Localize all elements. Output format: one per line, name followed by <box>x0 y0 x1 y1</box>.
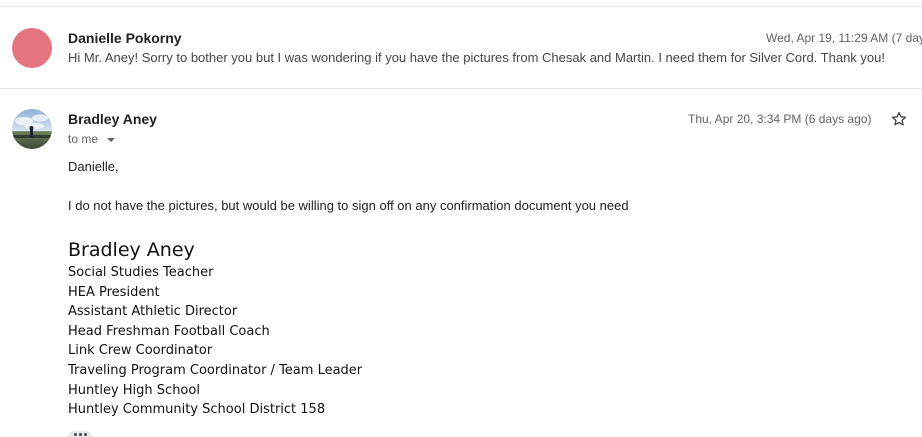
avatar[interactable] <box>12 28 52 68</box>
email-thread: Danielle Pokorny Wed, Apr 19, 11:29 AM (… <box>0 0 922 437</box>
sender-name[interactable]: Danielle Pokorny <box>68 30 182 46</box>
signature-line: Huntley Community School District 158 <box>68 402 326 418</box>
message-snippet[interactable]: Hi Mr. Aney! Sorry to bother you but I w… <box>68 50 885 65</box>
signature-lines: Social Studies Teacher HEA President Ass… <box>68 263 362 420</box>
signature-line: Huntley High School <box>68 382 200 398</box>
message-greeting: Danielle, <box>68 159 119 174</box>
sender-name[interactable]: Bradley Aney <box>68 111 157 127</box>
signature-line: Social Studies Teacher <box>68 265 214 280</box>
recipients-label: to me <box>68 132 99 146</box>
divider <box>0 88 922 89</box>
signature-line: Assistant Athletic Director <box>68 304 238 320</box>
star-icon[interactable] <box>890 110 908 128</box>
signature-name: Bradley Aney <box>68 239 195 261</box>
more-horizontal-icon <box>73 433 87 436</box>
signature-line: HEA President <box>68 284 160 300</box>
signature-line: Traveling Program Coordinator / Team Lea… <box>68 362 363 378</box>
message-date: Wed, Apr 19, 11:29 AM (7 days <box>766 31 922 45</box>
message-date: Thu, Apr 20, 3:34 PM (6 days ago) <box>688 112 872 126</box>
chevron-down-icon[interactable] <box>107 138 116 142</box>
recipients-toggle[interactable]: to me <box>68 132 116 146</box>
signature-line: Link Crew Coordinator <box>68 343 213 359</box>
profile-photo <box>12 109 52 149</box>
avatar[interactable] <box>12 109 52 149</box>
message-body: I do not have the pictures, but would be… <box>68 198 629 213</box>
divider <box>0 6 922 7</box>
signature-line: Head Freshman Football Coach <box>68 323 270 339</box>
show-trimmed-content-button[interactable] <box>68 431 92 437</box>
